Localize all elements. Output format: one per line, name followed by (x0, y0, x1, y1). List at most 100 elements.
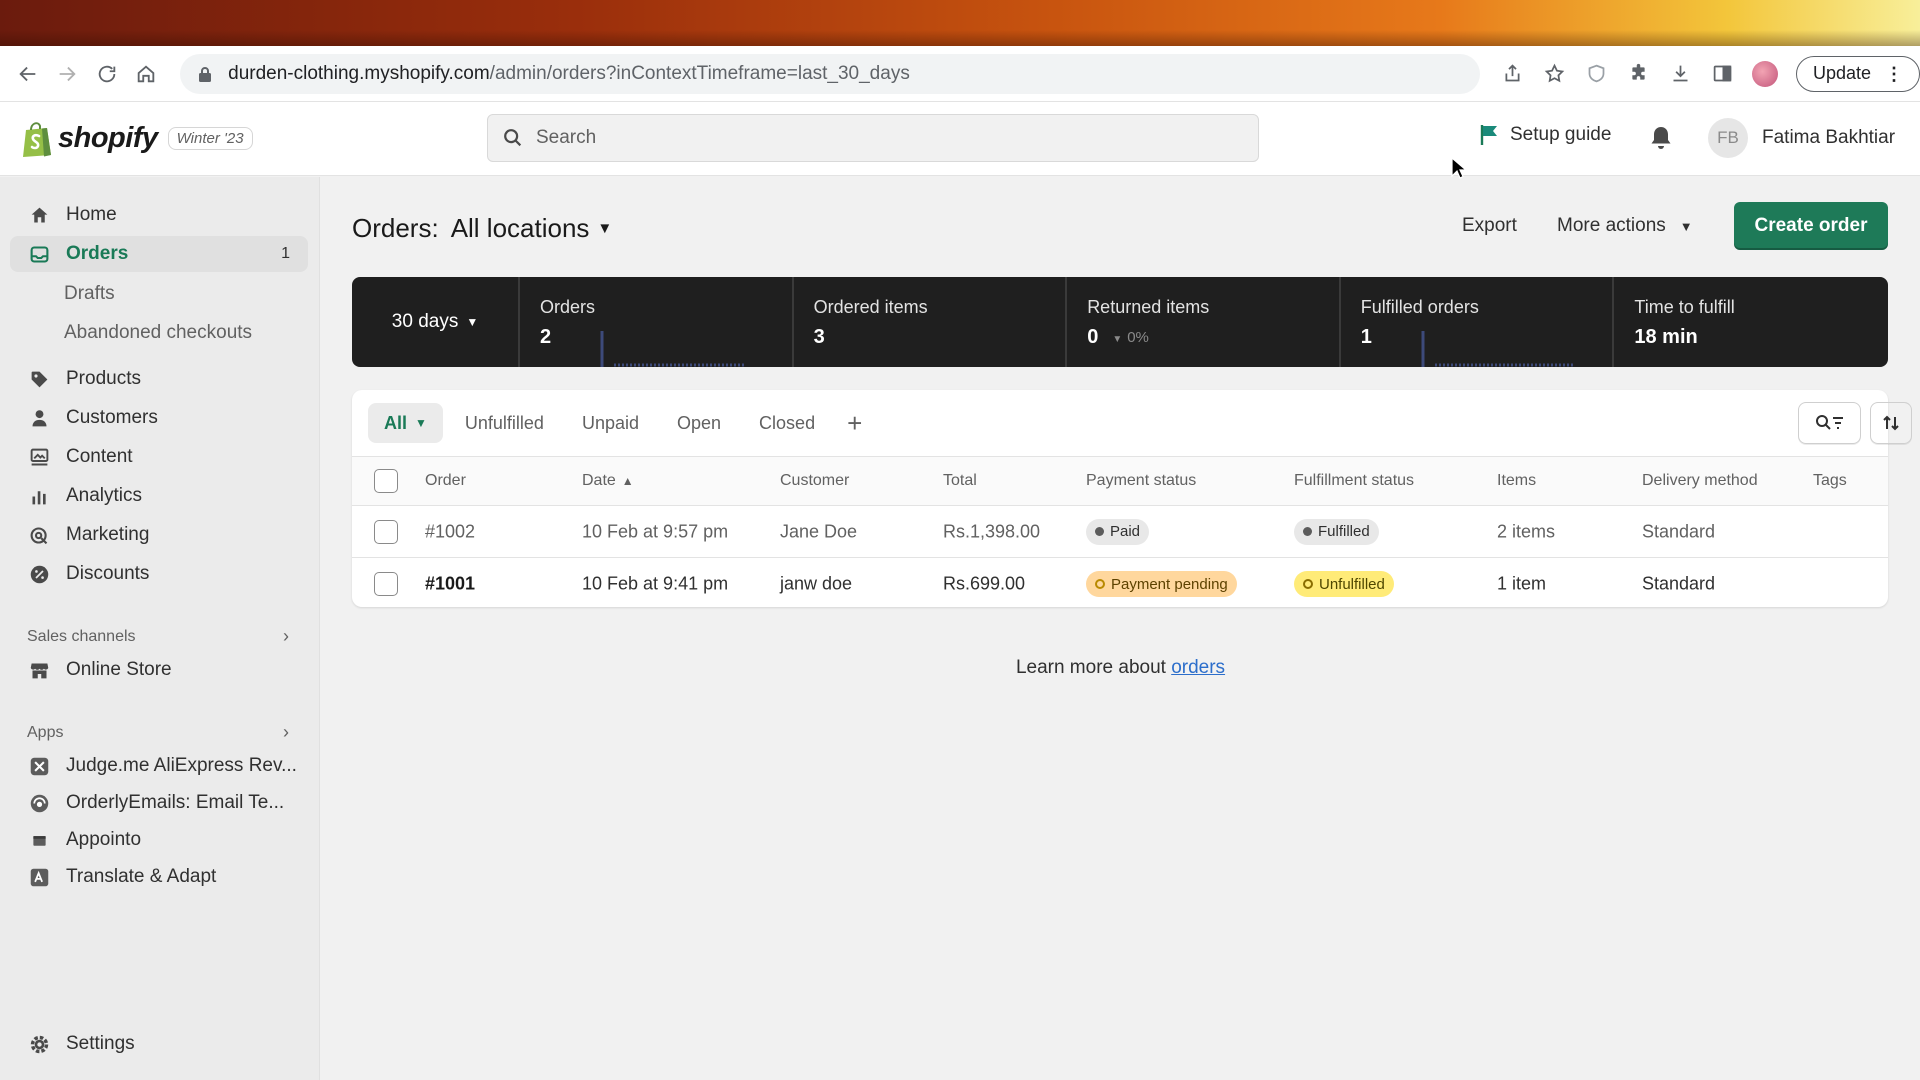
column-header-total[interactable]: Total (943, 472, 977, 490)
chevron-right-icon: › (283, 722, 289, 742)
payment-status-badge: Payment pending (1086, 571, 1237, 597)
add-view-plus-icon[interactable]: + (837, 408, 872, 439)
shopify-bag-icon (23, 121, 51, 157)
fulfillment-status-text: Unfulfilled (1319, 575, 1385, 593)
caret-down-icon[interactable]: ▼ (597, 220, 612, 237)
sidepanel-icon[interactable] (1702, 53, 1744, 95)
stat-returned-items[interactable]: Returned items 0 ▼ 0% (1067, 277, 1341, 367)
column-header-fulfillment-status[interactable]: Fulfillment status (1294, 472, 1414, 490)
sidebar-item-discounts[interactable]: Discounts (10, 556, 308, 592)
forward-icon[interactable] (48, 53, 88, 95)
search-filter-button[interactable] (1798, 402, 1861, 444)
export-button[interactable]: Export (1462, 215, 1517, 237)
search-input[interactable]: Search (487, 114, 1259, 162)
stat-time-to-fulfill[interactable]: Time to fulfill 18 min (1614, 277, 1888, 367)
edition-badge: Winter '23 (167, 127, 253, 150)
column-header-date[interactable]: Date ▲︎ (582, 472, 634, 490)
create-order-button[interactable]: Create order (1734, 202, 1888, 250)
shopify-logo[interactable]: shopify Winter '23 (20, 120, 253, 158)
row-checkbox[interactable] (374, 519, 398, 544)
delivery-method: Standard (1642, 521, 1716, 541)
user-menu[interactable]: FB Fatima Bakhtiar (1708, 118, 1895, 158)
filter-tabs: All ▼ Unfulfilled Unpaid Open Closed + (368, 403, 872, 443)
sidebar-label-discounts: Discounts (66, 563, 150, 584)
order-number[interactable]: #1002 (425, 521, 475, 542)
stat-ordered-items[interactable]: Ordered items 3 (794, 277, 1068, 367)
column-header-delivery-method[interactable]: Delivery method (1642, 472, 1758, 490)
row-checkbox[interactable] (374, 572, 398, 596)
more-actions-button[interactable]: More actions ▼ (1557, 215, 1693, 237)
address-bar[interactable]: durden-clothing.myshopify.com/admin/orde… (180, 53, 1480, 94)
orders-help-link[interactable]: orders (1171, 657, 1225, 678)
back-icon[interactable] (8, 53, 48, 95)
sort-button[interactable] (1870, 402, 1912, 444)
kebab-menu-icon[interactable]: ⋮ (1885, 65, 1903, 83)
apps-header[interactable]: Apps › (27, 722, 289, 743)
bell-icon[interactable] (1648, 124, 1674, 152)
delivery-method: Standard (1642, 573, 1716, 594)
tab-closed[interactable]: Closed (743, 403, 831, 443)
sidebar-label-customers: Customers (66, 407, 158, 428)
sidebar-item-settings[interactable]: Settings (10, 1026, 308, 1062)
items-count[interactable]: 2 items (1497, 521, 1555, 542)
stat-fulfilled-orders[interactable]: Fulfilled orders 1 (1341, 277, 1615, 367)
select-all-checkbox[interactable] (374, 469, 398, 493)
column-header-payment-status[interactable]: Payment status (1086, 472, 1196, 490)
sidebar-item-app-judgeme[interactable]: Judge.me AliExpress Rev... (10, 748, 308, 784)
sales-channels-header[interactable]: Sales channels › (27, 626, 289, 647)
column-header-tags[interactable]: Tags (1813, 472, 1847, 490)
payment-status-badge: Paid (1086, 518, 1150, 545)
stat-orders[interactable]: Orders 2 (520, 277, 794, 367)
tab-unfulfilled[interactable]: Unfulfilled (449, 403, 560, 443)
tab-unpaid[interactable]: Unpaid (566, 403, 655, 443)
column-header-items[interactable]: Items (1497, 472, 1536, 490)
sidebar-item-drafts[interactable]: Drafts (64, 283, 115, 305)
stat-delta: ▼ 0% (1112, 329, 1149, 346)
sidebar-item-home[interactable]: Home (10, 197, 308, 233)
order-number[interactable]: #1001 (425, 574, 475, 595)
sidebar-item-customers[interactable]: Customers (10, 400, 308, 436)
update-button[interactable]: Update ⋮ (1795, 55, 1920, 92)
items-count[interactable]: 1 item (1497, 574, 1546, 595)
shield-extension-icon[interactable] (1576, 53, 1618, 95)
order-total: Rs.1,398.00 (943, 521, 1041, 541)
column-header-customer[interactable]: Customer (780, 472, 849, 490)
sidebar-item-app-orderlyemails[interactable]: OrderlyEmails: Email Te... (10, 785, 308, 821)
extensions-puzzle-icon[interactable] (1618, 53, 1660, 95)
caret-down-icon: ▼ (466, 315, 479, 329)
order-date: 10 Feb at 9:57 pm (582, 521, 729, 541)
share-icon[interactable] (1492, 53, 1534, 95)
admin-topbar: shopify Winter '23 Search Setup guide FB… (0, 102, 1920, 176)
lock-icon (199, 66, 212, 82)
sidebar-item-products[interactable]: Products (10, 361, 308, 397)
bookmark-star-icon[interactable] (1534, 53, 1576, 95)
home-browser-icon[interactable] (127, 53, 167, 95)
sidebar-item-content[interactable]: Content (10, 439, 308, 475)
sidebar-item-online-store[interactable]: Online Store (10, 652, 308, 688)
sidebar: Home Orders 1 Drafts Abandoned checkouts… (0, 177, 320, 1080)
url-path: /admin/orders?inContextTimeframe=last_30… (489, 62, 910, 84)
location-selector[interactable]: All locations (451, 213, 590, 244)
sidebar-item-app-appointo[interactable]: Appointo (10, 822, 308, 858)
download-icon[interactable] (1660, 53, 1702, 95)
table-row[interactable]: #1002 10 Feb at 9:57 pm Jane Doe Rs.1,39… (352, 506, 1888, 558)
page-title: Orders: All locations ▼ (352, 213, 612, 244)
sidebar-item-analytics[interactable]: Analytics (10, 478, 308, 514)
period-selector[interactable]: 30 days ▼ (352, 277, 520, 367)
profile-avatar-icon[interactable] (1744, 53, 1786, 95)
payment-status-text: Paid (1110, 523, 1141, 540)
stat-label: Fulfilled orders (1360, 297, 1479, 317)
table-row[interactable]: #1001 10 Feb at 9:41 pm janw doe Rs.699.… (352, 558, 1888, 610)
sparkline (1421, 331, 1575, 367)
sidebar-item-abandoned-checkouts[interactable]: Abandoned checkouts (64, 322, 252, 344)
sidebar-item-app-translate[interactable]: Translate & Adapt (10, 859, 308, 895)
tab-all[interactable]: All ▼ (368, 403, 443, 443)
reload-icon[interactable] (87, 53, 127, 95)
content-icon (28, 446, 50, 468)
column-header-order[interactable]: Order (425, 472, 466, 490)
sidebar-item-marketing[interactable]: Marketing (10, 517, 308, 553)
tab-open[interactable]: Open (661, 403, 737, 443)
sidebar-item-orders[interactable]: Orders 1 (10, 236, 308, 272)
setup-guide-button[interactable]: Setup guide (1480, 124, 1611, 146)
update-label: Update (1812, 63, 1872, 83)
